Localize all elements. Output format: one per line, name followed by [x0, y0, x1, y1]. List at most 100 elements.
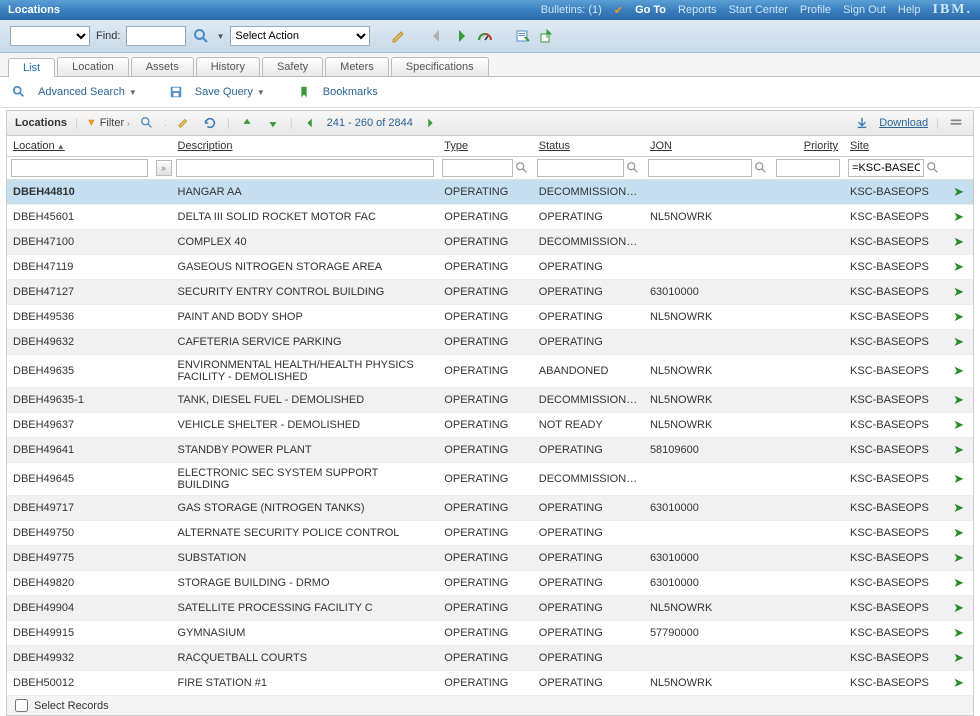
clear-filter-icon[interactable] — [175, 114, 193, 132]
route-icon[interactable]: ➤ — [953, 550, 964, 565]
tab-list[interactable]: List — [8, 58, 55, 77]
table-row[interactable]: DBEH47119GASEOUS NITROGEN STORAGE AREAOP… — [7, 255, 973, 280]
filter-location-input[interactable] — [11, 159, 148, 177]
start-center-link[interactable]: Start Center — [729, 4, 788, 16]
sign-out-link[interactable]: Sign Out — [843, 4, 886, 16]
table-row[interactable]: DBEH49635-1TANK, DIESEL FUEL - DEMOLISHE… — [7, 388, 973, 413]
route-icon[interactable]: ➤ — [953, 600, 964, 615]
table-row[interactable]: DBEH49641STANDBY POWER PLANTOPERATINGOPE… — [7, 438, 973, 463]
save-query-icon[interactable] — [167, 83, 185, 101]
download-link[interactable]: Download — [879, 117, 928, 129]
col-header-location[interactable]: Location — [7, 136, 172, 157]
route-icon[interactable]: ➤ — [953, 392, 964, 407]
filter-description-input[interactable] — [176, 159, 435, 177]
route-icon[interactable]: ➤ — [953, 525, 964, 540]
route-icon[interactable]: ➤ — [953, 363, 964, 378]
refresh-icon[interactable] — [201, 114, 219, 132]
filter-toggle[interactable]: ▼ Filter › — [86, 117, 130, 129]
route-icon[interactable]: ➤ — [953, 575, 964, 590]
tab-safety[interactable]: Safety — [262, 57, 323, 76]
export-icon[interactable] — [538, 27, 556, 45]
table-row[interactable]: DBEH49750ALTERNATE SECURITY POLICE CONTR… — [7, 521, 973, 546]
route-icon[interactable]: ➤ — [953, 471, 964, 486]
select-action-dropdown[interactable]: Select Action — [230, 26, 370, 46]
col-header-site[interactable]: Site — [844, 136, 944, 157]
table-settings-icon[interactable] — [947, 114, 965, 132]
route-icon[interactable]: ➤ — [953, 675, 964, 690]
table-row[interactable]: DBEH49775SUBSTATIONOPERATINGOPERATING630… — [7, 546, 973, 571]
table-row[interactable]: DBEH49820STORAGE BUILDING - DRMOOPERATIN… — [7, 571, 973, 596]
nav-forward-icon[interactable] — [452, 27, 470, 45]
advanced-search-icon[interactable] — [10, 83, 28, 101]
filter-type-input[interactable] — [442, 159, 512, 177]
table-row[interactable]: DBEH47127SECURITY ENTRY CONTROL BUILDING… — [7, 280, 973, 305]
col-header-jon[interactable]: JON — [644, 136, 772, 157]
col-header-priority[interactable]: Priority — [772, 136, 844, 157]
table-row[interactable]: DBEH49635ENVIRONMENTAL HEALTH/HEALTH PHY… — [7, 355, 973, 388]
table-row[interactable]: DBEH49717GAS STORAGE (NITROGEN TANKS)OPE… — [7, 496, 973, 521]
tab-assets[interactable]: Assets — [131, 57, 194, 76]
table-row[interactable]: DBEH45601DELTA III SOLID ROCKET MOTOR FA… — [7, 205, 973, 230]
route-icon[interactable]: ➤ — [953, 500, 964, 515]
route-icon[interactable]: ➤ — [953, 334, 964, 349]
table-row[interactable]: DBEH49932RACQUETBALL COURTSOPERATINGOPER… — [7, 646, 973, 671]
route-icon[interactable]: ➤ — [953, 259, 964, 274]
tab-specifications[interactable]: Specifications — [391, 57, 489, 76]
gauge-icon[interactable] — [476, 27, 494, 45]
table-row[interactable]: DBEH49632CAFETERIA SERVICE PARKINGOPERAT… — [7, 330, 973, 355]
bulletins-link[interactable]: Bulletins: (1) — [541, 4, 602, 16]
tab-history[interactable]: History — [196, 57, 260, 76]
route-icon[interactable]: ➤ — [953, 442, 964, 457]
route-icon[interactable]: ➤ — [953, 209, 964, 224]
col-header-description[interactable]: Description — [172, 136, 439, 157]
filter-site-lookup-icon[interactable] — [926, 161, 940, 175]
col-header-type[interactable]: Type — [438, 136, 532, 157]
filter-status-lookup-icon[interactable] — [626, 161, 640, 175]
download-icon[interactable] — [853, 114, 871, 132]
filter-jon-input[interactable] — [648, 159, 752, 177]
filter-location-lookup-icon[interactable]: » — [156, 160, 172, 176]
advanced-search-link[interactable]: Advanced Search ▼ — [38, 86, 137, 98]
route-icon[interactable]: ➤ — [953, 284, 964, 299]
find-input[interactable] — [126, 26, 186, 46]
table-row[interactable]: DBEH49915GYMNASIUMOPERATINGOPERATING5779… — [7, 621, 973, 646]
route-icon[interactable]: ➤ — [953, 234, 964, 249]
page-prev-icon[interactable] — [301, 114, 319, 132]
help-link[interactable]: Help — [898, 4, 921, 16]
report-icon[interactable] — [514, 27, 532, 45]
save-query-link[interactable]: Save Query ▼ — [195, 86, 265, 98]
table-row[interactable]: DBEH50012FIRE STATION #1OPERATINGOPERATI… — [7, 671, 973, 696]
table-row[interactable]: DBEH47100COMPLEX 40OPERATINGDECOMMISSION… — [7, 230, 973, 255]
route-icon[interactable]: ➤ — [953, 650, 964, 665]
col-header-status[interactable]: Status — [533, 136, 644, 157]
page-next-icon[interactable] — [421, 114, 439, 132]
nav-back-icon[interactable] — [428, 27, 446, 45]
route-icon[interactable]: ➤ — [953, 625, 964, 640]
bookmarks-link[interactable]: Bookmarks — [323, 86, 378, 98]
sort-down-icon[interactable] — [264, 114, 282, 132]
filter-status-input[interactable] — [537, 159, 624, 177]
table-search-icon[interactable] — [138, 114, 156, 132]
route-icon[interactable]: ➤ — [953, 417, 964, 432]
table-row[interactable]: DBEH44810HANGAR AAOPERATINGDECOMMISSIONE… — [7, 180, 973, 205]
filter-type-lookup-icon[interactable] — [515, 161, 529, 175]
filter-jon-lookup-icon[interactable] — [754, 161, 768, 175]
tab-meters[interactable]: Meters — [325, 57, 389, 76]
filter-site-input[interactable] — [848, 159, 924, 177]
reports-link[interactable]: Reports — [678, 4, 717, 16]
select-records-checkbox[interactable] — [15, 699, 28, 712]
route-icon[interactable]: ➤ — [953, 309, 964, 324]
sort-up-icon[interactable] — [238, 114, 256, 132]
table-row[interactable]: DBEH49645ELECTRONIC SEC SYSTEM SUPPORT B… — [7, 463, 973, 496]
edit-icon[interactable] — [390, 27, 408, 45]
route-icon[interactable]: ➤ — [953, 184, 964, 199]
table-row[interactable]: DBEH49637VEHICLE SHELTER - DEMOLISHEDOPE… — [7, 413, 973, 438]
tab-location[interactable]: Location — [57, 57, 129, 76]
query-select[interactable] — [10, 26, 90, 46]
table-row[interactable]: DBEH49536PAINT AND BODY SHOPOPERATINGOPE… — [7, 305, 973, 330]
find-search-icon[interactable] — [192, 27, 210, 45]
find-dropdown-icon[interactable]: ▼ — [216, 32, 224, 41]
table-row[interactable]: DBEH49904SATELLITE PROCESSING FACILITY C… — [7, 596, 973, 621]
profile-link[interactable]: Profile — [800, 4, 831, 16]
filter-priority-input[interactable] — [776, 159, 840, 177]
